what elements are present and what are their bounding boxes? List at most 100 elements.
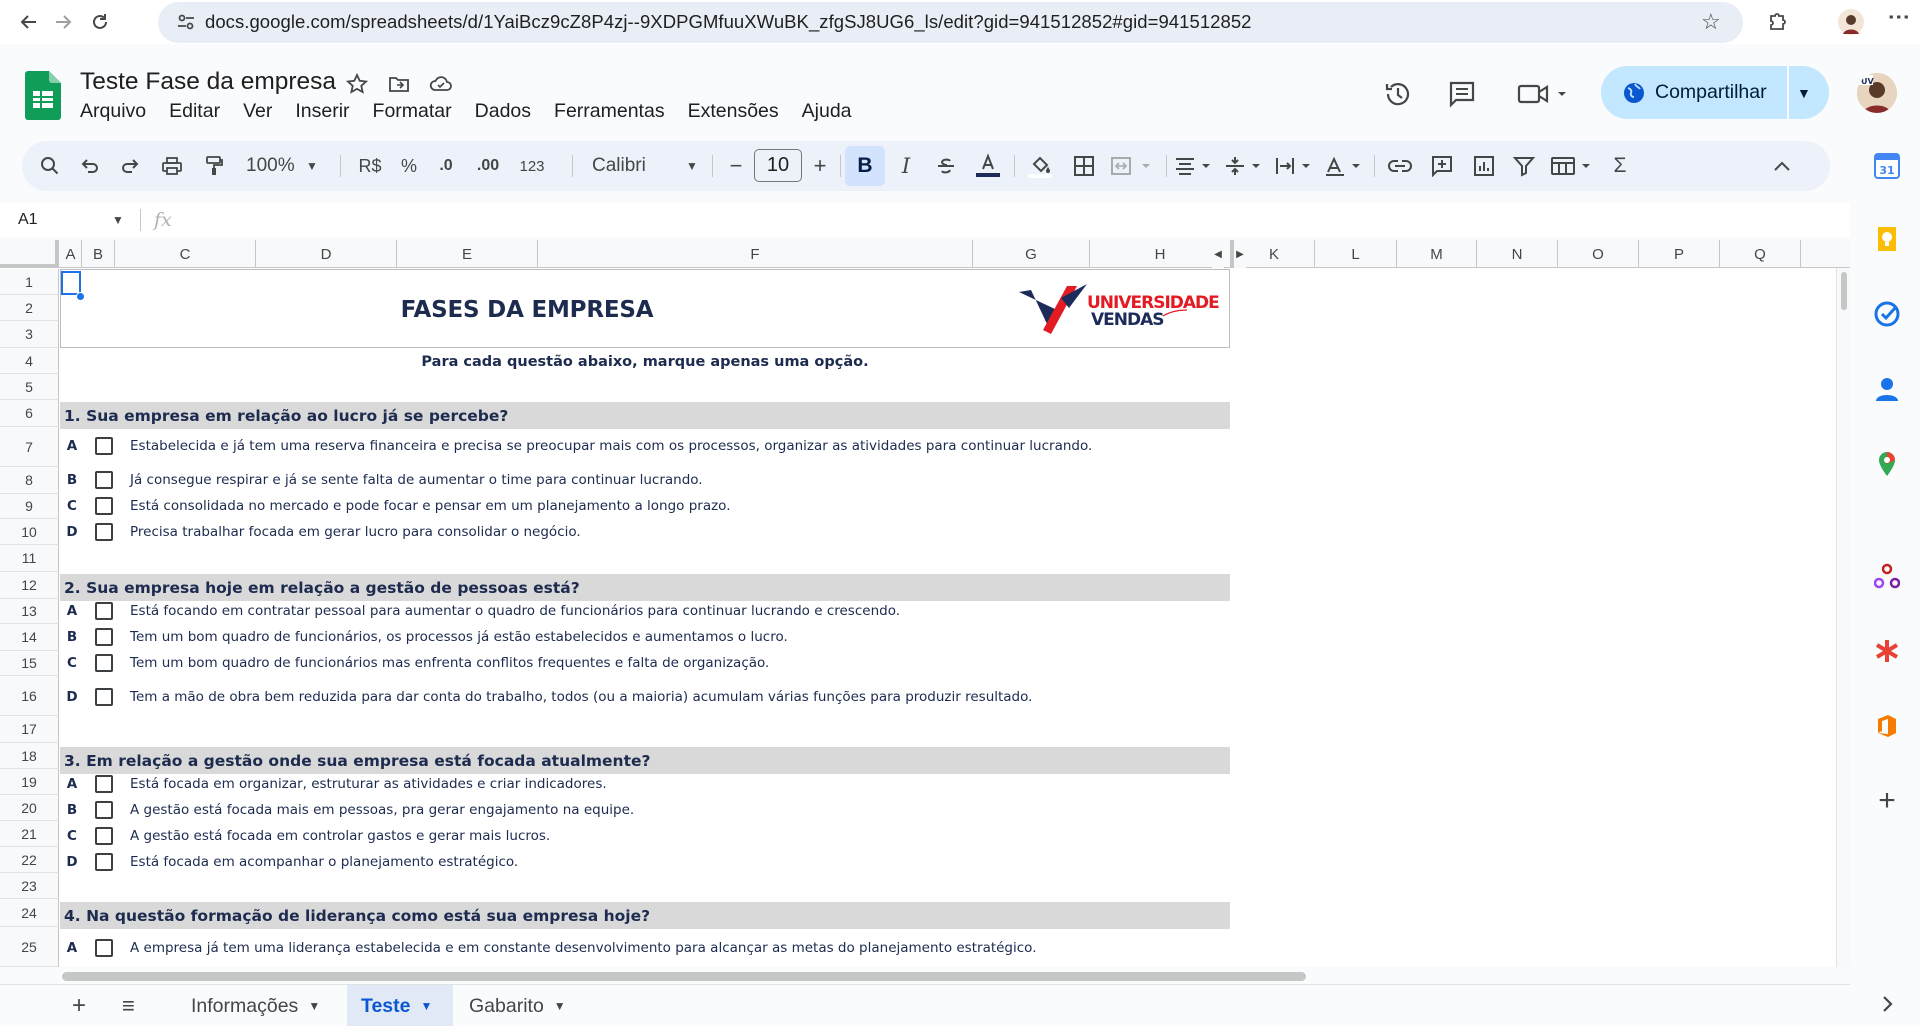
url-text[interactable]: docs.google.com/spreadsheets/d/1YaiBcz9c… bbox=[205, 11, 1252, 33]
option-checkbox[interactable] bbox=[95, 602, 113, 620]
share-button[interactable]: Compartilhar ▼ bbox=[1601, 66, 1829, 119]
row-header[interactable]: 13 bbox=[0, 599, 59, 624]
column-header[interactable]: G bbox=[973, 240, 1090, 268]
row-header[interactable]: 7 bbox=[0, 427, 59, 467]
version-history-icon[interactable] bbox=[1382, 78, 1414, 110]
row-header[interactable]: 17 bbox=[0, 716, 59, 743]
option-checkbox[interactable] bbox=[95, 827, 113, 845]
collapse-toolbar-icon[interactable] bbox=[1762, 141, 1802, 191]
borders-icon[interactable] bbox=[1066, 141, 1102, 191]
star-icon[interactable] bbox=[345, 72, 369, 96]
cloud-saved-icon[interactable] bbox=[428, 72, 452, 96]
share-button-main[interactable]: Compartilhar bbox=[1601, 66, 1787, 119]
increase-font-size-icon[interactable]: + bbox=[806, 141, 834, 191]
tab-dropdown-icon[interactable]: ▼ bbox=[421, 999, 433, 1013]
row-header[interactable]: 19 bbox=[0, 769, 59, 795]
column-header[interactable]: B bbox=[82, 240, 115, 268]
meet-icon[interactable] bbox=[1516, 78, 1572, 110]
option-checkbox[interactable] bbox=[95, 801, 113, 819]
insert-chart-icon[interactable] bbox=[1466, 141, 1502, 191]
hidden-columns-left-arrow-icon[interactable]: ◀ bbox=[1212, 240, 1224, 268]
column-header[interactable]: Q bbox=[1720, 240, 1801, 268]
filter-views-icon[interactable] bbox=[1548, 141, 1598, 191]
redo-icon[interactable] bbox=[112, 141, 148, 191]
column-header[interactable]: E bbox=[397, 240, 538, 268]
insert-link-icon[interactable] bbox=[1382, 141, 1418, 191]
row-header[interactable]: 25 bbox=[0, 927, 59, 967]
font-family-dropdown-icon[interactable]: ▼ bbox=[682, 141, 702, 191]
tasks-icon[interactable] bbox=[1874, 301, 1900, 327]
search-menus-icon[interactable] bbox=[30, 141, 70, 191]
name-box[interactable]: A1 bbox=[18, 211, 38, 229]
tab-informacoes[interactable]: Informações ▼ bbox=[177, 985, 337, 1026]
account-avatar[interactable]: UV bbox=[1857, 73, 1897, 113]
row-header[interactable]: 12 bbox=[0, 572, 59, 599]
add-addon-icon[interactable]: + bbox=[1874, 786, 1900, 816]
comments-icon[interactable] bbox=[1446, 78, 1478, 110]
instruction-text[interactable]: Para cada questão abaixo, marque apenas … bbox=[60, 354, 1230, 370]
question-heading[interactable]: 4. Na questão formação de liderança como… bbox=[60, 902, 1230, 929]
column-header[interactable]: D bbox=[256, 240, 397, 268]
zoom-select[interactable]: 100% bbox=[246, 141, 300, 191]
hidden-columns-right-arrow-icon[interactable]: ▶ bbox=[1234, 240, 1246, 268]
menu-dados[interactable]: Dados bbox=[475, 100, 531, 126]
question-heading[interactable]: 1. Sua empresa em relação ao lucro já se… bbox=[60, 402, 1230, 429]
option-checkbox[interactable] bbox=[95, 628, 113, 646]
horizontal-align-icon[interactable] bbox=[1172, 141, 1220, 191]
row-header[interactable]: 3 bbox=[0, 321, 59, 348]
bookmark-star-icon[interactable]: ☆ bbox=[1701, 9, 1721, 35]
column-header[interactable]: P bbox=[1639, 240, 1720, 268]
option-checkbox[interactable] bbox=[95, 654, 113, 672]
contacts-icon[interactable] bbox=[1874, 376, 1900, 402]
row-header[interactable]: 11 bbox=[0, 545, 59, 572]
undo-icon[interactable] bbox=[72, 141, 108, 191]
maps-icon[interactable] bbox=[1874, 451, 1900, 477]
name-box-dropdown-icon[interactable]: ▼ bbox=[112, 213, 124, 227]
option-checkbox[interactable] bbox=[95, 939, 113, 957]
extensions-icon[interactable] bbox=[1766, 10, 1790, 34]
horizontal-scrollbar[interactable] bbox=[60, 969, 1835, 983]
all-sheets-button[interactable]: ≡ bbox=[112, 985, 152, 1026]
font-family-select[interactable]: Calibri bbox=[592, 141, 672, 191]
row-header[interactable]: 2 bbox=[0, 295, 59, 321]
italic-button[interactable]: I bbox=[888, 141, 924, 191]
text-rotation-icon[interactable] bbox=[1322, 141, 1370, 191]
menu-arquivo[interactable]: Arquivo bbox=[80, 100, 146, 126]
column-header[interactable]: H bbox=[1090, 240, 1231, 268]
row-header[interactable]: 6 bbox=[0, 400, 59, 427]
functions-icon[interactable]: Σ bbox=[1602, 141, 1638, 191]
horizontal-scroll-thumb[interactable] bbox=[62, 972, 1306, 981]
option-checkbox[interactable] bbox=[95, 437, 113, 455]
bold-button[interactable]: B bbox=[845, 146, 885, 186]
row-header[interactable]: 20 bbox=[0, 795, 59, 821]
question-heading[interactable]: 2. Sua empresa hoje em relação a gestão … bbox=[60, 574, 1230, 601]
option-checkbox[interactable] bbox=[95, 688, 113, 706]
column-header[interactable]: M bbox=[1397, 240, 1477, 268]
office-addon-icon[interactable] bbox=[1874, 713, 1900, 739]
percent-format-button[interactable]: % bbox=[394, 141, 424, 191]
row-header[interactable]: 23 bbox=[0, 873, 59, 899]
row-header[interactable]: 21 bbox=[0, 821, 59, 847]
keep-icon[interactable] bbox=[1874, 226, 1900, 252]
add-sheet-button[interactable]: + bbox=[62, 985, 102, 1026]
tab-dropdown-icon[interactable]: ▼ bbox=[554, 999, 566, 1013]
column-header[interactable]: O bbox=[1558, 240, 1639, 268]
column-header[interactable]: A bbox=[60, 240, 82, 268]
menu-ver[interactable]: Ver bbox=[243, 100, 272, 126]
vertical-align-icon[interactable] bbox=[1222, 141, 1270, 191]
row-header[interactable]: 14 bbox=[0, 624, 59, 651]
column-header[interactable]: C bbox=[115, 240, 256, 268]
column-header[interactable]: L bbox=[1315, 240, 1397, 268]
increase-decimal-button[interactable]: .00 bbox=[468, 141, 508, 191]
fill-color-icon[interactable] bbox=[1022, 141, 1058, 191]
vertical-scrollbar[interactable] bbox=[1836, 268, 1850, 967]
text-color-icon[interactable] bbox=[970, 141, 1006, 191]
back-icon[interactable] bbox=[16, 9, 42, 35]
row-header[interactable]: 8 bbox=[0, 467, 59, 494]
text-wrapping-icon[interactable] bbox=[1272, 141, 1320, 191]
strikethrough-icon[interactable] bbox=[928, 141, 964, 191]
row-header[interactable]: 15 bbox=[0, 651, 59, 676]
menu-editar[interactable]: Editar bbox=[169, 100, 220, 126]
column-header[interactable]: F bbox=[538, 240, 973, 268]
site-info-icon[interactable] bbox=[176, 12, 196, 32]
